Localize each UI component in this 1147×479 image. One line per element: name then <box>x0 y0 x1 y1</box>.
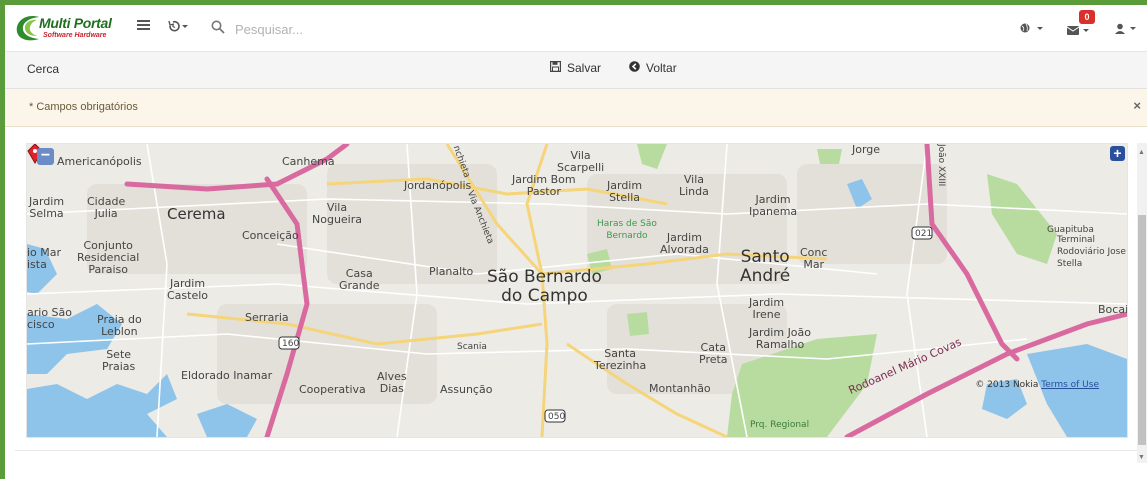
back-button-label: Voltar <box>646 61 677 75</box>
top-navbar: Multi Portal Software Hardware 0 <box>5 5 1147 52</box>
map-label: Jardim Castelo <box>167 277 209 302</box>
scrollbar-thumb[interactable] <box>1138 215 1146 445</box>
map-label: io Mar ista <box>27 246 62 271</box>
map-view[interactable]: 160 021 050 Americanópolis Canhema Vila … <box>26 143 1128 438</box>
save-button-label: Salvar <box>567 61 602 75</box>
map-label: Cerema <box>167 205 226 223</box>
globe-icon[interactable] <box>1020 21 1046 37</box>
map-label: Haras de São Bernardo <box>597 219 657 241</box>
map-label: Jordanópolis <box>404 179 472 192</box>
map-label: Jardim Irene <box>749 296 785 321</box>
map-label: Bocai <box>1098 303 1128 316</box>
back-button[interactable]: Voltar <box>629 61 677 75</box>
search-icon <box>211 20 225 39</box>
required-fields-alert: * Campos obrigatórios × <box>5 89 1147 127</box>
map-label: Santa Terezinha <box>594 347 647 372</box>
map-label: João XXIII <box>936 144 946 187</box>
map-label: Vila Linda <box>679 173 709 198</box>
map-label: Serraria <box>245 311 289 324</box>
map-label: Conceição <box>242 229 299 242</box>
close-icon[interactable]: × <box>1133 98 1141 113</box>
mail-count-badge: 0 <box>1079 10 1095 24</box>
map-label: Praia do Leblon <box>97 313 142 338</box>
logo-title: Multi Portal <box>39 15 112 31</box>
envelope-icon[interactable] <box>1066 24 1093 40</box>
map-label: Conjunto Residencial Paraiso <box>77 239 140 276</box>
alert-text: * Campos obrigatórios <box>29 101 138 113</box>
history-icon[interactable] <box>167 19 189 35</box>
arrow-circle-left-icon <box>629 61 640 75</box>
user-icon[interactable] <box>1115 22 1141 38</box>
divider <box>15 450 1137 451</box>
zoom-in-button[interactable]: + <box>1110 146 1125 161</box>
page-title: Cerca <box>27 62 60 76</box>
scroll-down-icon[interactable]: ▼ <box>1138 454 1145 461</box>
map-label: Vila Nogueira <box>312 201 362 226</box>
map-label: Cata Preta <box>699 341 728 366</box>
scroll-up-icon[interactable]: ▲ <box>1138 149 1145 156</box>
map-label: Assunção <box>440 383 493 396</box>
map-label: Planalto <box>429 265 474 278</box>
map-label: Jardim Alvorada <box>660 231 709 256</box>
map-label: Sete Praias <box>102 348 136 373</box>
map-label: Terminal Rodoviário Jose Stella <box>1057 235 1126 269</box>
app-frame: Multi Portal Software Hardware 0 Cerca <box>5 5 1147 479</box>
map-label: Jardim Selma <box>29 195 65 220</box>
shield-160-label: 160 <box>282 339 300 349</box>
action-bar: Cerca Salvar Voltar <box>5 52 1147 89</box>
map-label: Jardim Stella <box>607 179 643 204</box>
map-label: Casa Grande <box>339 267 380 292</box>
map-label: Jardim Ipanema <box>749 193 798 218</box>
map-label: Vila Scarpelli <box>557 149 605 174</box>
map-copyright: © 2013 Nokia Terms of Use <box>975 380 1099 390</box>
search-input[interactable] <box>233 17 537 41</box>
logo[interactable]: Multi Portal Software Hardware <box>13 14 117 42</box>
map-label: Prq. Regional <box>750 420 810 430</box>
shield-021-label: 021 <box>915 229 933 239</box>
hamburger-icon[interactable] <box>137 18 150 34</box>
map-label: Cooperativa <box>299 383 366 396</box>
terms-of-use-link[interactable]: Terms of Use <box>1041 380 1099 390</box>
save-button[interactable]: Salvar <box>550 61 601 75</box>
map-label: Alves Dias <box>377 370 407 395</box>
map-label: Scania <box>457 342 487 352</box>
map-label: ario São cisco <box>27 306 72 331</box>
logo-subtitle: Software Hardware <box>43 32 107 39</box>
floppy-disk-icon <box>550 61 562 75</box>
map-label-city: Santo André <box>740 247 791 286</box>
map-label: Eldorado Inamar <box>181 369 273 382</box>
map-label-city: São Bernardo do Campo <box>487 267 602 306</box>
zoom-out-button[interactable]: − <box>37 148 54 165</box>
map-label: Jorge <box>852 143 881 156</box>
copyright-text: © 2013 Nokia <box>975 380 1039 390</box>
map-label: Americanópolis <box>57 155 142 168</box>
map-label: Jardim João Ramalho <box>749 326 812 351</box>
map-label: Canhema <box>282 155 335 168</box>
map-label: Jardim Bom Pastor <box>512 173 576 198</box>
map-label: Cidade Julia <box>87 195 126 220</box>
map-label: Conc Mar <box>800 246 828 271</box>
shield-050-label: 050 <box>548 412 566 422</box>
map-label: Montanhão <box>649 382 711 395</box>
vertical-scrollbar[interactable]: ▲ ▼ <box>1137 143 1147 463</box>
